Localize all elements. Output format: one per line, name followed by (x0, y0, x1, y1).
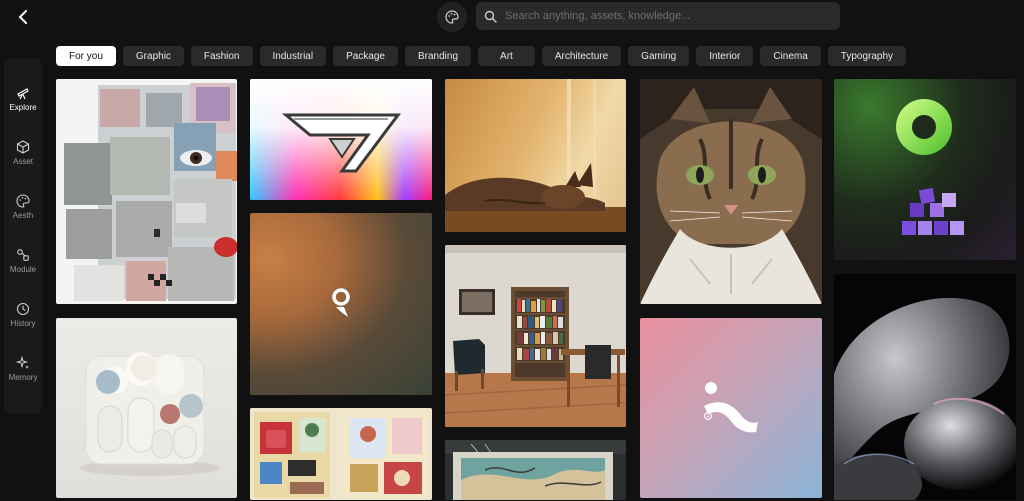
sidebar-item-label: Module (9, 265, 37, 274)
svg-text:R: R (707, 415, 711, 421)
chip-cinema[interactable]: Cinema (760, 46, 821, 66)
sticker-collage-image[interactable] (250, 408, 432, 500)
sidebar-item-history[interactable]: History (4, 302, 42, 342)
sidebar-item-module[interactable]: Module (4, 248, 42, 288)
back-arrow-icon (18, 10, 27, 24)
chrome-seven-logo-image[interactable] (250, 79, 432, 200)
module-icon (17, 249, 29, 261)
chip-for-you[interactable]: For you (56, 46, 116, 66)
chip-architecture[interactable]: Architecture (541, 46, 622, 66)
framed-painting-image[interactable] (445, 440, 626, 500)
sidebar-item-label: Memory (8, 373, 38, 382)
gradient-logo-image[interactable] (250, 213, 432, 395)
chip-art[interactable]: Art (478, 46, 535, 66)
back-button[interactable] (12, 6, 34, 28)
collage-image[interactable] (56, 79, 237, 304)
category-chips: For you Graphic Fashion Industrial Packa… (56, 46, 907, 66)
sidebar-item-label: Aesth (12, 211, 34, 220)
palette-icon (16, 194, 30, 208)
search-icon (484, 10, 497, 23)
chip-interior[interactable]: Interior (696, 46, 754, 66)
sidebar-item-explore[interactable]: Explore (4, 86, 42, 126)
history-icon (16, 302, 30, 316)
cube-icon (16, 140, 30, 154)
sidebar-item-asset[interactable]: Asset (4, 140, 42, 180)
chip-package[interactable]: Package (333, 46, 398, 66)
search-input[interactable] (505, 10, 825, 22)
chip-typography[interactable]: Typography (827, 46, 907, 66)
sidebar-item-memory[interactable]: Memory (4, 356, 42, 396)
sidebar-item-aesth[interactable]: Aesth (4, 194, 42, 234)
sleeping-cat-image[interactable] (445, 79, 626, 232)
top-bar (0, 0, 1024, 36)
sparkle-icon (16, 356, 29, 369)
search-bar (476, 2, 840, 30)
palette-button[interactable] (437, 2, 467, 32)
telescope-icon (17, 88, 29, 100)
palette-icon (445, 10, 459, 24)
pastel-logo-image[interactable]: R (640, 318, 822, 498)
chip-branding[interactable]: Branding (405, 46, 472, 66)
chip-fashion[interactable]: Fashion (190, 46, 253, 66)
reading-room-image[interactable] (445, 245, 626, 427)
chip-gaming[interactable]: Gaming (628, 46, 690, 66)
green-ring-image[interactable] (834, 79, 1016, 260)
sidebar-item-label: History (10, 319, 36, 328)
translucent-shapes-image[interactable] (56, 318, 237, 498)
chip-industrial[interactable]: Industrial (259, 46, 327, 66)
sidebar: Explore Asset Aesth Module History Memor… (4, 58, 42, 414)
cat-portrait-image[interactable] (640, 79, 822, 304)
abstract-3d-render-image[interactable] (834, 274, 1016, 500)
sidebar-item-label: Asset (12, 157, 33, 166)
chip-graphic[interactable]: Graphic (122, 46, 184, 66)
sidebar-item-label: Explore (9, 103, 37, 112)
